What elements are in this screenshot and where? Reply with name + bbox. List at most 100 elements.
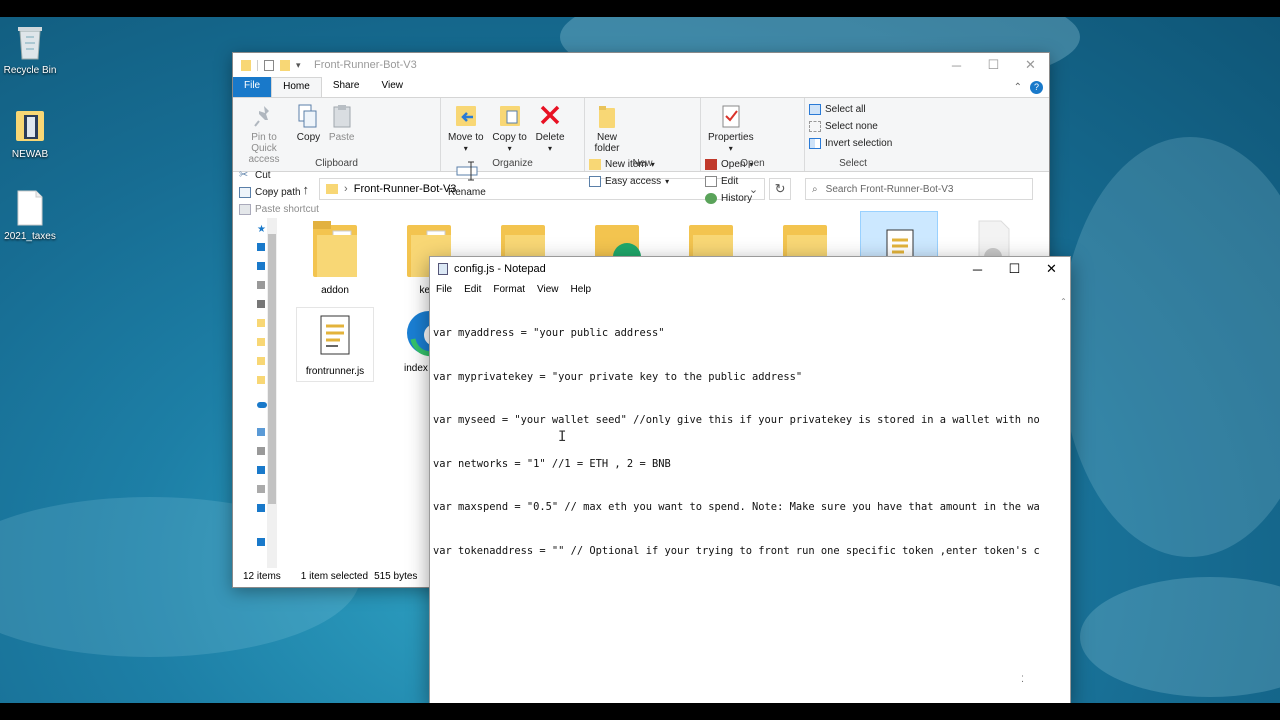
ribbon-right-controls: ⌃ ? [1008,77,1049,97]
new-folder-icon[interactable] [280,59,290,71]
paste-shortcut-button[interactable]: Paste shortcut [239,201,319,218]
menu-format[interactable]: Format [493,284,525,295]
minimize-button[interactable]: ─ [959,257,996,281]
nav-item-icon[interactable] [257,485,265,493]
desktop-icon-label: Recycle Bin [3,65,57,76]
chevron-down-icon[interactable]: ▾ [296,60,304,71]
letterbox-bottom [0,703,1280,720]
address-bar[interactable]: › Front-Runner-Bot-V3 ⌄ [319,178,766,200]
text-line: var myprivatekey = "your private key to … [433,370,803,383]
maximize-button[interactable]: ☐ [996,257,1033,281]
invert-selection-button[interactable]: Invert selection [809,135,892,152]
history-icon [705,193,717,204]
ribbon: Pin to Quick access Copy Paste ✂ Cut Copy… [233,97,1049,215]
nav-item-icon[interactable] [257,466,265,474]
minimize-button[interactable]: ─ [938,53,975,77]
folder-icon [311,217,359,279]
vertical-scrollbar[interactable]: ⌃ [1057,297,1070,702]
new-folder-button[interactable]: New folder [589,101,625,156]
resize-grip-icon[interactable]: ⁚ [1021,674,1024,685]
maximize-button[interactable]: ☐ [975,53,1012,77]
folder-icon[interactable] [257,376,265,384]
nav-item-icon[interactable] [257,538,265,546]
menu-edit[interactable]: Edit [464,284,481,295]
tab-view[interactable]: View [371,77,415,97]
nav-item-icon[interactable] [257,300,265,308]
group-label: Clipboard [315,158,358,169]
window-controls: ─ ☐ ✕ [938,53,1049,77]
search-box[interactable]: ⌕ Search Front-Runner-Bot-V3 [805,178,1034,200]
nav-item-icon[interactable] [257,262,265,270]
menu-view[interactable]: View [537,284,559,295]
menu-help[interactable]: Help [571,284,592,295]
properties-icon[interactable] [264,59,274,71]
desktop-icon-newab[interactable]: NEWAB [0,107,65,160]
copy-path-button[interactable]: Copy path [239,184,319,201]
select-none-button[interactable]: Select none [809,118,892,135]
scrollbar-thumb[interactable] [268,234,276,504]
copy-to-button[interactable]: Copy to ▾ [489,101,529,156]
text-line: var maxspend = "0.5" // max eth you want… [433,501,1040,513]
nav-item-icon[interactable] [257,504,265,512]
close-button[interactable]: ✕ [1033,257,1070,281]
edit-button[interactable]: Edit [705,173,753,190]
properties-button[interactable]: Properties ▾ [705,101,757,156]
text-line: var networks = "1" //1 = ETH , 2 = BNB [433,457,671,470]
select-none-icon [809,121,821,132]
desktop-icon-recycle-bin[interactable]: Recycle Bin [0,23,65,76]
folder-icon[interactable] [257,357,265,365]
history-button[interactable]: History [705,190,753,207]
tab-home[interactable]: Home [271,77,322,97]
text-line: var myaddress = "your public address" [433,327,665,339]
easy-access-button[interactable]: Easy access ▾ [589,173,669,190]
easy-access-icon [589,176,601,187]
recycle-bin-icon [14,23,46,61]
nav-item-icon[interactable] [257,447,265,455]
tab-share[interactable]: Share [322,77,371,97]
delete-button[interactable]: Delete ▾ [533,101,568,156]
close-button[interactable]: ✕ [1012,53,1049,77]
chevron-up-icon[interactable]: ⌃ [1014,82,1022,93]
copy-icon [297,103,319,129]
item-count: 12 items [243,570,281,582]
breadcrumb[interactable]: Front-Runner-Bot-V3 [354,183,457,195]
desktop-icon-2021-taxes[interactable]: 2021_taxes [0,189,65,242]
document-icon [14,189,46,227]
nav-item-icon[interactable] [257,281,265,289]
quick-access-star-icon[interactable]: ★ [257,224,267,235]
explorer-titlebar[interactable]: ▾ Front-Runner-Bot-V3 ─ ☐ ✕ [233,53,1049,77]
this-pc-icon[interactable] [257,428,265,436]
menu-file[interactable]: File [436,284,452,295]
cut-button[interactable]: ✂ Cut [239,167,319,184]
navigation-scrollbar[interactable] [267,218,277,568]
folder-icon[interactable] [257,319,265,327]
nav-item-icon[interactable] [257,243,265,251]
file-item-addon[interactable]: addon [296,217,374,296]
refresh-icon[interactable]: ↻ [769,178,792,200]
paste-button[interactable]: Paste [326,101,358,145]
folder-icon [326,184,339,194]
tab-file[interactable]: File [233,77,272,97]
search-input[interactable]: Search Front-Runner-Bot-V3 [826,184,954,195]
select-all-button[interactable]: Select all [809,101,892,118]
notepad-icon [438,263,448,275]
notepad-menubar: File Edit Format View Help [430,281,1070,297]
folder-icon[interactable] [257,338,265,346]
help-icon[interactable]: ? [1030,80,1043,94]
text-line: var tokenaddress = "" // Optional if you… [433,544,1040,557]
window-title: Front-Runner-Bot-V3 [314,59,417,71]
quick-access-toolbar: ▾ [241,59,304,71]
onedrive-icon[interactable] [257,402,267,408]
group-clipboard: Pin to Quick access Copy Paste ✂ Cut Copy… [233,98,441,215]
text-editor[interactable]: var myaddress = "your public address" va… [433,297,1057,697]
move-to-button[interactable]: Move to ▾ [445,101,487,156]
window-controls: ─ ☐ ✕ [959,257,1070,281]
copy-button[interactable]: Copy [294,101,323,145]
chevron-up-icon[interactable]: ⌃ [1057,297,1070,306]
selection-size: 515 bytes [374,570,418,582]
notepad-titlebar[interactable]: config.js - Notepad ─ ☐ ✕ [430,257,1070,281]
move-to-icon [455,103,477,129]
invert-selection-icon [809,138,821,149]
file-item-frontrunner-js[interactable]: frontrunner.js [296,307,374,382]
group-label: New [632,158,653,169]
